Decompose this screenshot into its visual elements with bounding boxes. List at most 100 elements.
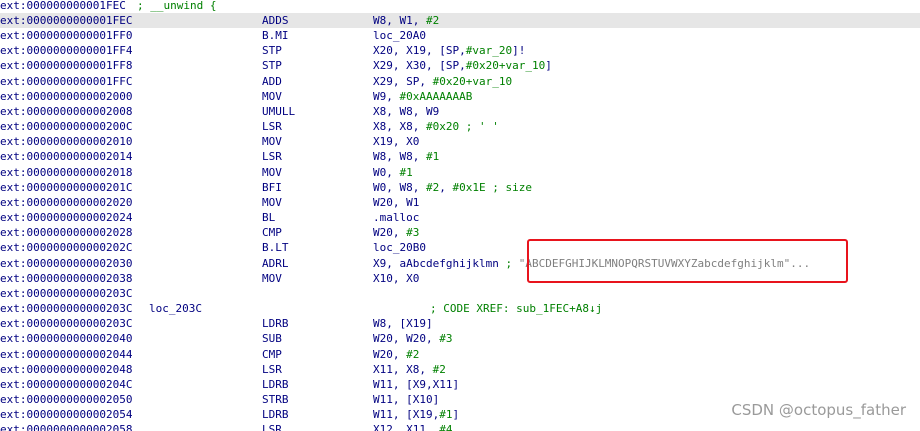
mnemonic: MOV — [262, 166, 282, 179]
operands: W8, W8, #1 — [373, 149, 439, 164]
address: ext:0000000000001FF8 — [0, 59, 133, 72]
mnemonic: SUB — [262, 332, 282, 345]
operand-text: ]! — [512, 44, 526, 57]
operand-text: X10, X0 — [373, 272, 420, 285]
address: ext:0000000000002014 — [0, 150, 133, 163]
listing-row[interactable]: ext:0000000000002018 MOV W0, #1 — [0, 165, 920, 180]
listing-row[interactable]: ext:0000000000002008 UMULL X8, W8, W9 — [0, 104, 920, 119]
listing-row[interactable]: ext:0000000000002014 LSR W8, W8, #1 — [0, 149, 920, 164]
listing-row[interactable]: ext:000000000000201C BFI W0, W8, #2, #0x1E… — [0, 180, 920, 195]
operands: X29, X30, [SP,#0x20+var_10] — [373, 58, 552, 73]
address: ext:0000000000002010 — [0, 135, 133, 148]
listing-row[interactable]: ext:0000000000002028 CMP W20, #3 — [0, 225, 920, 240]
mnemonic: UMULL — [262, 105, 296, 118]
unwind-comment: ; __unwind { — [137, 0, 217, 12]
mnemonic: STP — [262, 59, 282, 72]
listing-row[interactable]: ext:0000000000001FF8 STP X29, X30, [SP,#0x… — [0, 58, 920, 73]
address: ext:0000000000002024 — [0, 211, 133, 224]
address: ext:0000000000002030 — [0, 257, 133, 270]
listing-row[interactable]: ext:0000000000002048 LSR X11, X8, #2 — [0, 362, 920, 377]
operands: X12, X11, #4 — [373, 422, 452, 431]
operand-text: W0, W8, — [373, 181, 426, 194]
address: ext:0000000000001FFC — [0, 75, 133, 88]
listing-row[interactable]: ext:000000000000203C — [0, 286, 920, 301]
mnemonic: B.MI — [262, 29, 289, 42]
listing-row[interactable]: ext:0000000000001FF0 B.MI loc_20A0 — [0, 28, 920, 43]
operand-text: W11, [X9,X11] — [373, 378, 460, 391]
operands: W8, [X19] — [373, 316, 433, 331]
operands: loc_20B0 — [373, 240, 426, 255]
immediate-value: #0x20+var_10 — [432, 75, 513, 88]
immediate-value: #3 — [439, 332, 453, 345]
listing-row[interactable]: ext:0000000000001FFC ADD X29, SP, #0x20+va… — [0, 74, 920, 89]
address: ext:000000000000201C — [0, 181, 133, 194]
address: ext:0000000000001FF0 — [0, 29, 133, 42]
mnemonic: STP — [262, 44, 282, 57]
immediate-value: #0xAAAAAAAB — [399, 90, 473, 103]
address: ext:0000000000002044 — [0, 348, 133, 361]
inline-comment: ; ' ' — [459, 120, 506, 133]
operands: W8, W1, #2 — [373, 13, 439, 28]
listing-row-header[interactable]: ext:000000000001FEC ; __unwind { — [0, 0, 920, 13]
address: ext:0000000000001FEC — [0, 14, 133, 27]
operand-text: loc_20A0 — [373, 29, 426, 42]
operands: X20, X19, [SP,#var_20]! — [373, 43, 525, 58]
mnemonic: LDRB — [262, 378, 289, 391]
immediate-value: #0x1E — [452, 181, 486, 194]
address: ext:0000000000002048 — [0, 363, 133, 376]
immediate-value: #4 — [439, 423, 453, 431]
listing-row[interactable]: ext:000000000000203C loc_203C ; CODE XREF:… — [0, 301, 920, 316]
address: ext:0000000000002020 — [0, 196, 133, 209]
operands: W9, #0xAAAAAAAB — [373, 89, 472, 104]
mnemonic: LDRB — [262, 317, 289, 330]
immediate-value: #3 — [406, 226, 420, 239]
operand-text: ] — [545, 59, 552, 72]
listing-row[interactable]: ext:0000000000001FF4 STP X20, X19, [SP,#va… — [0, 43, 920, 58]
mnemonic: LSR — [262, 150, 282, 163]
string-highlight-box — [527, 239, 848, 283]
listing-row[interactable]: ext:0000000000002010 MOV X19, X0 — [0, 134, 920, 149]
operand-text: W8, [X19] — [373, 317, 433, 330]
immediate-value: #1 — [399, 166, 413, 179]
immediate-value: #2 — [406, 348, 420, 361]
operand-text: X9, aAbcdefghijklmn — [373, 257, 499, 270]
operands: loc_20A0 — [373, 28, 426, 43]
address: ext:000000000000203C — [0, 287, 133, 300]
listing-row[interactable]: ext:000000000000203C LDRB W8, [X19] — [0, 316, 920, 331]
listing-row[interactable]: ext:0000000000001FEC ADDS W8, W1, #2 — [0, 13, 920, 28]
mnemonic: STRB — [262, 393, 289, 406]
mnemonic: MOV — [262, 272, 282, 285]
operands: W11, [X10] — [373, 392, 439, 407]
listing-row[interactable]: ext:0000000000002020 MOV W20, W1 — [0, 195, 920, 210]
listing-row[interactable]: ext:0000000000002024 BL .malloc — [0, 210, 920, 225]
xref-comment: ; CODE XREF: sub_1FEC+A8↓j — [430, 302, 603, 315]
listing-row[interactable]: ext:000000000000204C LDRB W11, [X9,X11] — [0, 377, 920, 392]
immediate-value: #0x20+var_10 — [465, 59, 546, 72]
mnemonic: MOV — [262, 196, 282, 209]
listing-row[interactable]: ext:0000000000002058 LSR X12, X11, #4 — [0, 422, 920, 431]
immediate-value: #1 — [425, 150, 440, 163]
operands: W0, #1 — [373, 165, 413, 180]
listing-row[interactable]: ext:000000000000200C LSR X8, X8, #0x20 ; '… — [0, 119, 920, 134]
address: ext:0000000000002058 — [0, 423, 133, 431]
operands: W0, W8, #2, #0x1E ; size — [373, 180, 539, 195]
address: ext:000000000000204C — [0, 378, 133, 391]
listing-row[interactable]: ext:0000000000002044 CMP W20, #2 — [0, 347, 920, 362]
operand-text: X19, X0 — [373, 135, 420, 148]
disassembly-listing[interactable]: ext:000000000001FEC ; __unwind { ext:000… — [0, 0, 920, 431]
mnemonic: LSR — [262, 363, 282, 376]
operand-text: X20, X19, [SP, — [373, 44, 466, 57]
operand-text: W11, [X19, — [373, 408, 440, 421]
listing-row[interactable]: ext:0000000000002000 MOV W9, #0xAAAAAAAB — [0, 89, 920, 104]
mnemonic: MOV — [262, 90, 282, 103]
listing-row[interactable]: ext:0000000000002040 SUB W20, W20, #3 — [0, 331, 920, 346]
operands: X11, X8, #2 — [373, 362, 446, 377]
operands: X10, X0 — [373, 271, 419, 286]
mnemonic: MOV — [262, 135, 282, 148]
operand-text: ] — [452, 408, 460, 421]
operands: W20, W1 — [373, 195, 419, 210]
mnemonic: B.LT — [262, 241, 289, 254]
immediate-value: #2 — [432, 363, 446, 376]
operand-text: X8, W8, W9 — [373, 105, 440, 118]
operands: W11, [X9,X11] — [373, 377, 459, 392]
